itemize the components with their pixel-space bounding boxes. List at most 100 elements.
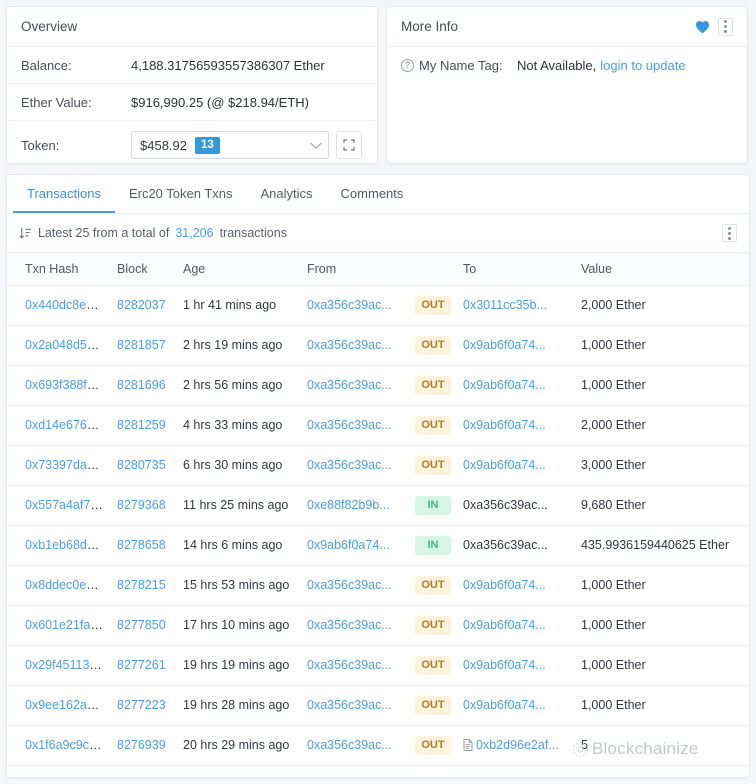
cell-direction: OUT	[409, 565, 457, 606]
cell-from: 0xa356c39ac...	[301, 325, 409, 366]
txn-hash-link[interactable]: 0x601e21fa0...	[25, 618, 108, 632]
tab-comments[interactable]: Comments	[327, 175, 418, 213]
to-address-link[interactable]: 0x9ab6f0a74...	[463, 658, 546, 672]
to-address-link[interactable]: 0xb2d96e2af...	[476, 738, 559, 752]
block-link[interactable]: 8280735	[117, 458, 166, 472]
tab-transactions[interactable]: Transactions	[13, 175, 115, 213]
cell-txn-hash: 0x440dc8eb5...	[7, 285, 111, 326]
overview-card-header: Overview	[7, 7, 377, 47]
question-mark-icon[interactable]: ?	[401, 59, 414, 72]
txn-hash-link[interactable]: 0x557a4af7e...	[25, 498, 108, 512]
direction-badge-out: OUT	[415, 575, 451, 595]
block-link[interactable]: 8279368	[117, 498, 166, 512]
to-address-link[interactable]: 0x9ab6f0a74...	[463, 418, 546, 432]
cell-value: 2,000 Ether	[575, 285, 749, 326]
tab-analytics[interactable]: Analytics	[247, 175, 327, 213]
cell-age: 20 hrs 29 mins ago	[177, 725, 301, 766]
direction-badge-out: OUT	[415, 655, 451, 675]
block-link[interactable]: 8282037	[117, 298, 166, 312]
txn-hash-link[interactable]: 0x693f388f16...	[25, 378, 111, 392]
txn-hash-link[interactable]: 0x1f6a9c9cc7...	[25, 738, 111, 752]
to-address-link[interactable]: 0x9ab6f0a74...	[463, 578, 546, 592]
to-address-link[interactable]: 0x9ab6f0a74...	[463, 618, 546, 632]
from-address-link[interactable]: 0xa356c39ac...	[307, 338, 392, 352]
token-price: $458.92	[140, 137, 187, 153]
cell-block: 8276939	[111, 725, 177, 766]
from-address-link[interactable]: 0xa356c39ac...	[307, 418, 392, 432]
cell-txn-hash: 0x2a048d55a...	[7, 325, 111, 366]
txn-hash-link[interactable]: 0x2a048d55a...	[25, 338, 111, 352]
block-link[interactable]: 8281696	[117, 378, 166, 392]
txn-hash-link[interactable]: 0x73397da0a...	[25, 458, 111, 472]
block-link[interactable]: 8277261	[117, 658, 166, 672]
from-address-link[interactable]: 0xa356c39ac...	[307, 298, 392, 312]
to-address-link[interactable]: 0x9ab6f0a74...	[463, 338, 546, 352]
login-to-update-link[interactable]: login to update	[600, 58, 685, 73]
cell-age: 2 hrs 56 mins ago	[177, 365, 301, 406]
total-transactions-count[interactable]: 31,206	[175, 226, 213, 240]
from-address-link[interactable]: 0xa356c39ac...	[307, 698, 392, 712]
cell-to: 0x9ab6f0a74...	[457, 605, 575, 646]
cell-direction: OUT	[409, 685, 457, 726]
txn-hash-link[interactable]: 0xb1eb68de0...	[25, 538, 111, 552]
tab-erc20-token-txns[interactable]: Erc20 Token Txns	[115, 175, 247, 213]
cell-age: 14 hrs 6 mins ago	[177, 525, 301, 566]
cell-to: 0x9ab6f0a74...	[457, 685, 575, 726]
cell-direction: OUT	[409, 605, 457, 646]
cell-value: 1,000 Ether	[575, 365, 749, 406]
cell-age: 19 hrs 19 mins ago	[177, 645, 301, 686]
txn-hash-link[interactable]: 0x9ee162a0f...	[25, 698, 108, 712]
to-address-link[interactable]: 0x9ab6f0a74...	[463, 458, 546, 472]
from-address-link[interactable]: 0xa356c39ac...	[307, 578, 392, 592]
direction-badge-out: OUT	[415, 375, 451, 395]
to-address-text: 0xa356c39ac...	[463, 498, 548, 512]
cell-block: 8281696	[111, 365, 177, 406]
cell-block: 8279368	[111, 485, 177, 526]
direction-badge-out: OUT	[415, 695, 451, 715]
block-link[interactable]: 8276939	[117, 738, 166, 752]
from-address-link[interactable]: 0x9ab6f0a74...	[307, 538, 390, 552]
block-link[interactable]: 8277223	[117, 698, 166, 712]
cell-value: 1,000 Ether	[575, 325, 749, 366]
from-address-link[interactable]: 0xa356c39ac...	[307, 618, 392, 632]
cell-direction: IN	[409, 525, 457, 566]
kebab-menu-icon[interactable]	[718, 17, 733, 36]
token-dropdown[interactable]: $458.92 13	[131, 131, 329, 159]
cell-txn-hash: 0xb1eb68de0...	[7, 525, 111, 566]
to-address-link[interactable]: 0x9ab6f0a74...	[463, 698, 546, 712]
table-row: 0x601e21fa0... 8277850 17 hrs 10 mins ago 0…	[7, 605, 749, 646]
from-address-link[interactable]: 0xa356c39ac...	[307, 738, 392, 752]
from-address-link[interactable]: 0xa356c39ac...	[307, 458, 392, 472]
table-body: 0x440dc8eb5... 8282037 1 hr 41 mins ago 0xa…	[7, 285, 749, 766]
txn-hash-link[interactable]: 0xd14e67602...	[25, 418, 111, 432]
sort-descending-icon[interactable]	[19, 227, 32, 240]
cell-block: 8281259	[111, 405, 177, 446]
table-row: 0x29f4511308... 8277261 19 hrs 19 mins ago…	[7, 645, 749, 686]
table-kebab-menu-icon[interactable]	[722, 224, 737, 242]
cell-from: 0xa356c39ac...	[301, 285, 409, 326]
block-link[interactable]: 8281259	[117, 418, 166, 432]
cell-from: 0x9ab6f0a74...	[301, 525, 409, 566]
col-to: To	[457, 253, 575, 286]
expand-button[interactable]	[336, 131, 362, 159]
from-address-link[interactable]: 0xa356c39ac...	[307, 378, 392, 392]
overview-card: Overview Balance: 4,188.3175659355738630…	[6, 6, 378, 164]
txn-hash-link[interactable]: 0x8ddec0e4e...	[25, 578, 111, 592]
from-address-link[interactable]: 0xe88f82b9b...	[307, 498, 390, 512]
from-address-link[interactable]: 0xa356c39ac...	[307, 658, 392, 672]
cell-block: 8277850	[111, 605, 177, 646]
cell-txn-hash: 0x693f388f16...	[7, 365, 111, 406]
to-address-link[interactable]: 0x3011cc35b...	[463, 298, 547, 312]
more-info-card: More Info ? My Name Tag: Not Available, …	[386, 6, 748, 164]
ether-value-row: Ether Value: $916,990.25 (@ $218.94/ETH)	[7, 84, 377, 121]
token-count-badge: 13	[195, 136, 220, 154]
block-link[interactable]: 8278215	[117, 578, 166, 592]
table-row: 0x73397da0a... 8280735 6 hrs 30 mins ago 0x…	[7, 445, 749, 486]
txn-hash-link[interactable]: 0x440dc8eb5...	[25, 298, 111, 312]
block-link[interactable]: 8281857	[117, 338, 166, 352]
txn-hash-link[interactable]: 0x29f4511308...	[25, 658, 111, 672]
to-address-link[interactable]: 0x9ab6f0a74...	[463, 378, 546, 392]
block-link[interactable]: 8278658	[117, 538, 166, 552]
block-link[interactable]: 8277850	[117, 618, 166, 632]
heart-icon[interactable]	[695, 20, 710, 34]
